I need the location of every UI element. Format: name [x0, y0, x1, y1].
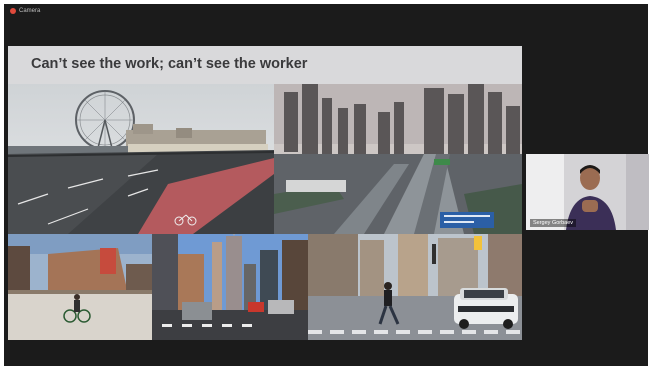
meeting-window: Camera Can’t see the work; can’t see the… — [4, 4, 649, 366]
photo-cyclist-plaza — [8, 234, 152, 340]
shared-screen-slide[interactable]: Can’t see the work; can’t see the worker — [8, 46, 522, 340]
photo-crosswalk-pedestrian — [308, 234, 522, 340]
photo-london-eye-bridge — [8, 84, 274, 234]
slide-title: Can’t see the work; can’t see the worker — [31, 56, 308, 72]
photo-city-highway — [274, 84, 522, 234]
participant-video-tile[interactable]: Sergey Gorbaev — [526, 154, 649, 230]
recording-icon — [10, 8, 16, 14]
app-title: Camera — [19, 8, 41, 14]
title-bar: Camera — [4, 4, 648, 18]
participant-name-label: Sergey Gorbaev — [530, 219, 577, 227]
photo-city-street — [152, 234, 308, 340]
